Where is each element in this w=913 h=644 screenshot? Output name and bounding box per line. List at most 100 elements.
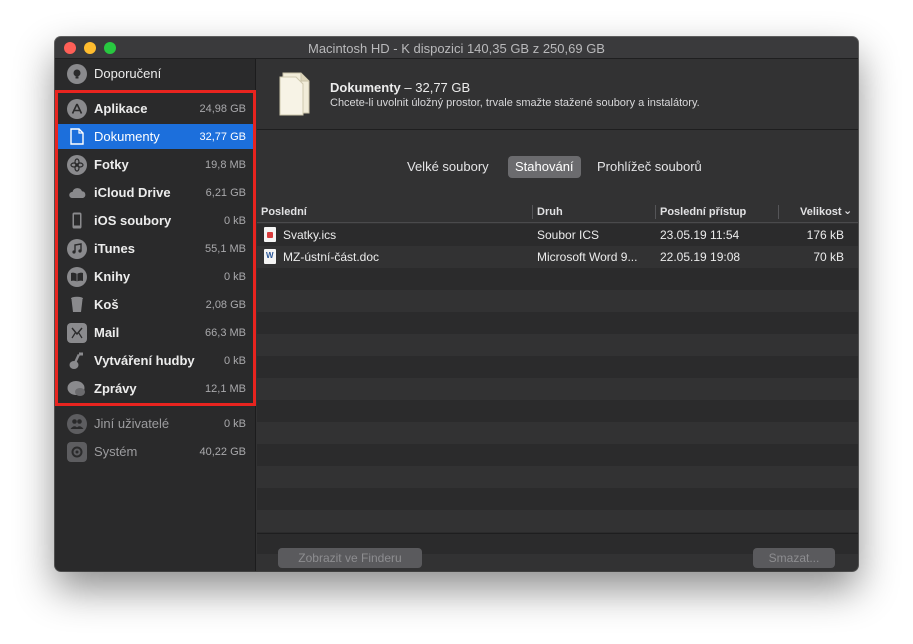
tab-downloads[interactable]: Stahování xyxy=(508,156,581,178)
sidebar-item-documents[interactable]: Dokumenty 32,77 GB xyxy=(55,124,256,149)
tab-large-files[interactable]: Velké soubory xyxy=(400,156,496,178)
sidebar-item-mail[interactable]: Mail 66,3 MB xyxy=(55,320,256,345)
sidebar-item-label: Zprávy xyxy=(94,381,137,396)
sidebar-item-size: 55,1 MB xyxy=(205,242,246,255)
storage-window: Macintosh HD - K dispozici 140,35 GB z 2… xyxy=(55,37,858,571)
sort-descending-icon[interactable]: ⌄ xyxy=(843,204,852,217)
file-size: 176 kB xyxy=(806,228,844,242)
word-file-icon xyxy=(264,249,276,264)
photos-icon xyxy=(67,154,87,175)
file-last-accessed: 23.05.19 11:54 xyxy=(660,228,740,242)
sidebar-item-label: Systém xyxy=(94,444,138,459)
document-icon xyxy=(67,127,87,147)
sidebar-item-size: 0 kB xyxy=(223,354,246,367)
sidebar-item-photos[interactable]: Fotky 19,8 MB xyxy=(55,152,256,177)
sidebar-item-label: iTunes xyxy=(94,241,135,256)
sidebar-item-label: Mail xyxy=(94,325,120,340)
empty-row xyxy=(257,290,858,312)
empty-row xyxy=(257,422,858,444)
empty-row xyxy=(257,268,858,290)
sidebar-item-label: Aplikace xyxy=(94,101,148,116)
empty-row xyxy=(257,488,858,510)
sidebar-item-size: 0 kB xyxy=(223,270,246,283)
table-row[interactable]: MZ-ústní-část.doc Microsoft Word 9... 22… xyxy=(257,246,858,268)
ics-file-icon xyxy=(264,227,276,242)
music-note-icon xyxy=(67,238,87,259)
sidebar-item-trash[interactable]: Koš 2,08 GB xyxy=(55,292,256,317)
sidebar-item-recommendations[interactable]: Doporučení xyxy=(55,61,256,86)
empty-row xyxy=(257,466,858,488)
sidebar-item-music-creation[interactable]: Vytváření hudby 0 kB xyxy=(55,348,256,373)
sidebar-item-size: 40,22 GB xyxy=(199,445,246,458)
book-icon xyxy=(67,266,87,287)
sidebar-item-books[interactable]: Knihy 0 kB xyxy=(55,264,256,289)
column-header-name[interactable]: Poslední xyxy=(261,206,307,218)
empty-row xyxy=(257,378,858,400)
sidebar-item-size: 0 kB xyxy=(223,417,246,430)
empty-row xyxy=(257,312,858,334)
file-kind: Microsoft Word 9... xyxy=(537,250,638,264)
tab-bar: Velké soubory Stahování Prohlížeč soubor… xyxy=(257,156,858,180)
main-panel: Dokumenty – 32,77 GB Chcete-li uvolnit ú… xyxy=(257,59,858,571)
sidebar-item-label: Koš xyxy=(94,297,119,312)
sidebar-item-applications[interactable]: Aplikace 24,98 GB xyxy=(55,96,256,121)
sidebar-item-size: 0 kB xyxy=(223,214,246,227)
mail-icon xyxy=(67,322,87,343)
users-icon xyxy=(67,413,87,434)
document-large-icon xyxy=(277,71,313,117)
column-separator[interactable] xyxy=(532,205,533,219)
sidebar-item-size: 24,98 GB xyxy=(199,102,246,115)
sidebar-item-label: iOS soubory xyxy=(94,213,172,228)
show-in-finder-button[interactable]: Zobrazit ve Finderu xyxy=(278,548,422,568)
empty-row xyxy=(257,510,858,532)
sidebar-item-label: Dokumenty xyxy=(94,129,160,144)
category-size: – 32,77 GB xyxy=(400,80,471,95)
sidebar-item-other-users[interactable]: Jiní uživatelé 0 kB xyxy=(55,411,256,436)
sidebar-item-size: 2,08 GB xyxy=(205,298,246,311)
sidebar-item-size: 19,8 MB xyxy=(205,158,246,171)
column-header-kind[interactable]: Druh xyxy=(537,206,563,218)
column-separator[interactable] xyxy=(655,205,656,219)
file-kind: Soubor ICS xyxy=(537,228,600,242)
empty-row xyxy=(257,356,858,378)
file-size: 70 kB xyxy=(813,250,844,264)
sidebar-item-size: 32,77 GB xyxy=(199,130,246,143)
sidebar-item-itunes[interactable]: iTunes 55,1 MB xyxy=(55,236,256,261)
sidebar: Doporučení Aplikace 24,98 GB Dokumenty 3… xyxy=(55,59,256,571)
iphone-icon xyxy=(67,211,87,231)
page-title: Dokumenty – 32,77 GB xyxy=(330,80,470,95)
column-separator[interactable] xyxy=(778,205,779,219)
sidebar-item-system[interactable]: Systém 40,22 GB xyxy=(55,439,256,464)
sidebar-item-messages[interactable]: Zprávy 12,1 MB xyxy=(55,376,256,401)
trash-icon xyxy=(67,295,87,315)
title-bar: Macintosh HD - K dispozici 140,35 GB z 2… xyxy=(55,37,858,59)
app-store-icon xyxy=(67,98,87,119)
sidebar-item-icloud-drive[interactable]: iCloud Drive 6,21 GB xyxy=(55,180,256,205)
guitar-icon xyxy=(67,351,87,371)
empty-row xyxy=(257,444,858,466)
sidebar-item-label: Jiní uživatelé xyxy=(94,416,170,431)
category-name: Dokumenty xyxy=(330,80,401,95)
table-row[interactable]: Svatky.ics Soubor ICS 23.05.19 11:54 176… xyxy=(257,224,858,246)
sidebar-item-size: 66,3 MB xyxy=(205,326,246,339)
sidebar-item-label: Vytváření hudby xyxy=(94,353,195,368)
tab-file-browser[interactable]: Prohlížeč souborů xyxy=(590,156,709,178)
table-header: Poslední Druh Poslední přístup Velikost … xyxy=(257,201,858,223)
empty-row xyxy=(257,334,858,356)
sidebar-item-label: iCloud Drive xyxy=(94,185,171,200)
gear-icon xyxy=(67,441,87,462)
sidebar-item-label: Knihy xyxy=(94,269,131,284)
messages-icon xyxy=(67,379,87,399)
cloud-icon xyxy=(67,183,87,203)
delete-button[interactable]: Smazat... xyxy=(753,548,835,568)
page-description: Chcete-li uvolnit úložný prostor, trvale… xyxy=(330,97,700,109)
file-name: MZ-ústní-část.doc xyxy=(283,250,380,264)
footer-bar: Zobrazit ve Finderu Smazat... xyxy=(257,533,858,571)
sidebar-item-ios-files[interactable]: iOS soubory 0 kB xyxy=(55,208,256,233)
empty-row xyxy=(257,400,858,422)
column-header-size[interactable]: Velikost xyxy=(800,206,842,218)
file-last-accessed: 22.05.19 19:08 xyxy=(660,250,741,264)
window-title: Macintosh HD - K dispozici 140,35 GB z 2… xyxy=(308,41,605,56)
column-header-last-accessed[interactable]: Poslední přístup xyxy=(660,206,746,218)
sidebar-item-label: Doporučení xyxy=(94,66,162,81)
